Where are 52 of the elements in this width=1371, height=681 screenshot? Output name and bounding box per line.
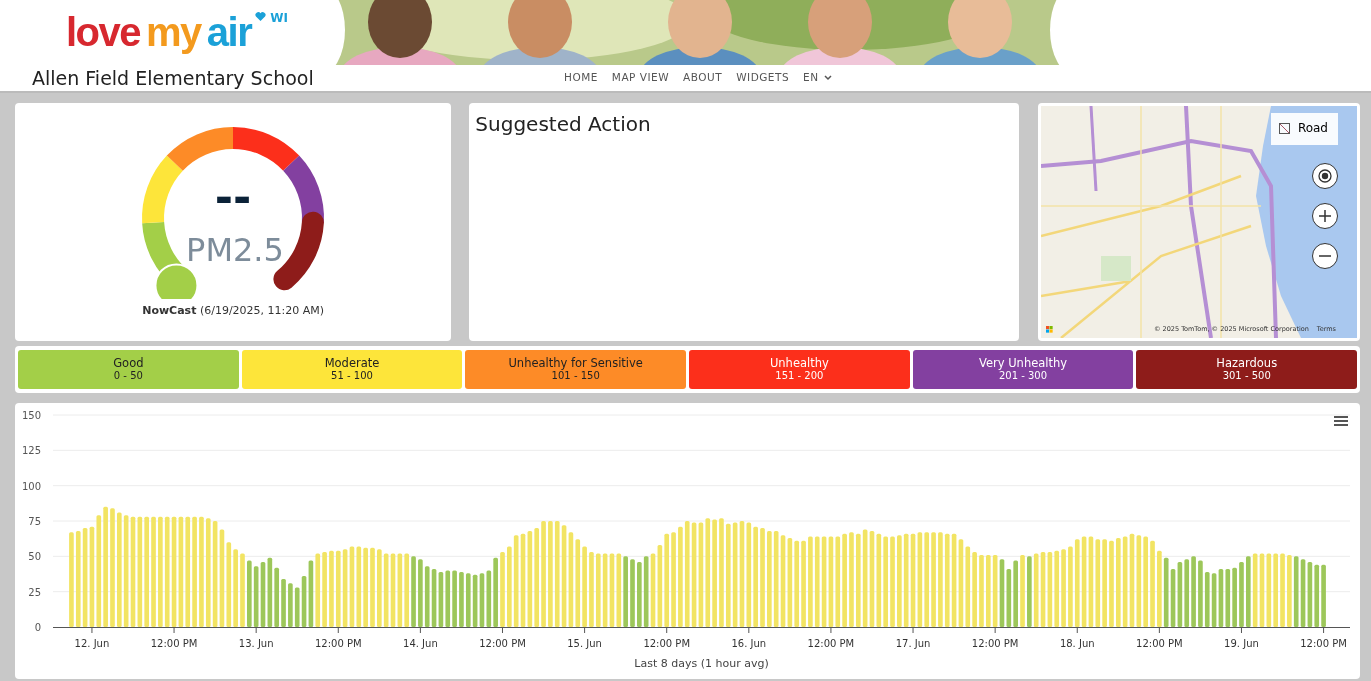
category-name: Good [113, 357, 144, 371]
category-range: 301 - 500 [1222, 370, 1271, 382]
map-style-button[interactable]: Road [1270, 113, 1338, 145]
site-title: Allen Field Elementary School [32, 66, 315, 91]
axis-label: 16. Jun [731, 638, 767, 649]
category-range: 0 - 50 [113, 370, 143, 382]
category-name: Very Unhealthy [978, 357, 1068, 371]
category-range: 151 - 200 [775, 370, 824, 382]
axis-label: 0 [34, 622, 41, 633]
category-name: Moderate [324, 357, 380, 371]
axis-label: 12:00 PM [1136, 638, 1183, 649]
pollutant-label: PM2.5 [186, 231, 285, 269]
nowcast-time: (6/19/2025, 11:20 AM) [199, 304, 325, 317]
nowcast-label: NowCast [142, 304, 197, 317]
category-range: 101 - 150 [551, 370, 600, 382]
card-title: Suggested Action [475, 111, 652, 138]
axis-label: 125 [21, 445, 41, 457]
nav-link[interactable]: EN [796, 70, 839, 86]
axis-label: 17. Jun [895, 638, 931, 649]
axis-label: 15. Jun [567, 638, 602, 649]
logo-region: WI [270, 12, 288, 24]
category-range: 201 - 300 [998, 370, 1048, 382]
axis-label: 12:00 PM [479, 638, 526, 649]
axis-label: 75 [28, 516, 41, 527]
logo-word: love [66, 12, 141, 52]
axis-label: 12:00 PM [150, 638, 198, 649]
axis-label: 50 [28, 551, 41, 563]
logo-word: my [146, 12, 201, 52]
category-name: Hazardous [1216, 357, 1278, 371]
axis-label: 19. Jun [1224, 638, 1259, 649]
nav-link[interactable]: HOME [557, 70, 605, 86]
axis-label: 18. Jun [1059, 638, 1095, 649]
axis-title: Last 8 days (1 hour avg) [634, 657, 769, 670]
axis-label: 12:00 PM [643, 638, 691, 649]
nav-link[interactable]: MAP VIEW [604, 70, 677, 86]
axis-label: 25 [28, 586, 41, 598]
axis-label: 12:00 PM [971, 638, 1019, 649]
category-name: Unhealthy for Sensitive [508, 357, 643, 371]
axis-label: 12. Jun [74, 638, 110, 649]
gauge-value: -- [214, 172, 252, 223]
axis-label: 150 [21, 410, 41, 421]
nav-link[interactable]: WIDGETS [729, 70, 797, 86]
nav-link[interactable]: ABOUT [676, 70, 730, 86]
axis-label: 12:00 PM [1300, 638, 1347, 649]
category-range: 51 - 100 [331, 370, 373, 382]
axis-label: 13. Jun [238, 638, 274, 649]
axis-label: 14. Jun [403, 638, 438, 649]
category-name: Unhealthy [769, 357, 829, 371]
logo-word: air [206, 12, 252, 52]
axis-label: 12:00 PM [807, 638, 855, 649]
axis-label: 100 [21, 480, 41, 492]
axis-label: 12:00 PM [314, 638, 362, 649]
